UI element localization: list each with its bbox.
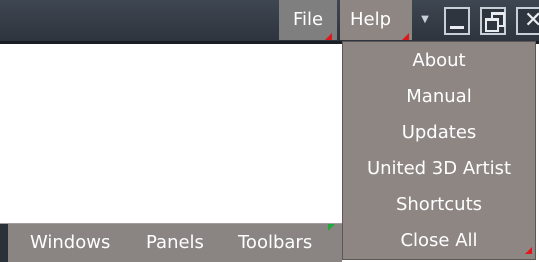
restore-front-square (485, 18, 499, 32)
submenu-indicator-icon (525, 247, 532, 254)
menu-help-label: Help (350, 9, 392, 30)
dropdown-arrow-icon[interactable]: ▼ (416, 0, 434, 40)
menu-item-shortcuts[interactable]: Shortcuts (343, 187, 535, 223)
submenu-indicator-icon (402, 33, 409, 40)
toolbar-item-panels[interactable]: Panels (146, 224, 204, 262)
help-dropdown-menu: About Manual Updates United 3D Artist Sh… (342, 41, 536, 260)
menu-file-label: File (292, 9, 324, 30)
title-bar: File Help ▼ ✕ (0, 0, 539, 44)
minimize-icon[interactable] (444, 7, 470, 35)
toolbar-item-windows[interactable]: Windows (30, 224, 110, 262)
menu-item-united-3d-artist[interactable]: United 3D Artist (343, 151, 535, 187)
bottom-toolbar-edge (0, 224, 8, 262)
close-icon[interactable]: ✕ (516, 7, 539, 35)
active-indicator-icon (328, 224, 335, 231)
bottom-toolbar: Windows Panels Toolbars (0, 223, 342, 262)
menu-item-manual[interactable]: Manual (343, 79, 535, 115)
submenu-indicator-icon (325, 33, 332, 40)
restore-icon[interactable] (480, 7, 506, 35)
close-glyph: ✕ (524, 8, 539, 33)
menu-item-updates[interactable]: Updates (343, 115, 535, 151)
menu-item-close-all[interactable]: Close All (343, 223, 535, 259)
menu-item-about[interactable]: About (343, 43, 535, 79)
toolbar-item-toolbars[interactable]: Toolbars (238, 224, 312, 262)
